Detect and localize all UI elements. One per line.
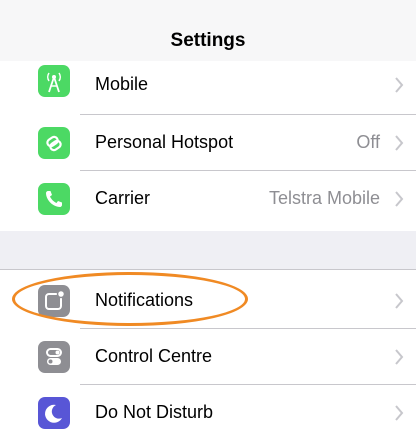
mobile-antenna-icon [38, 65, 70, 97]
settings-row-carrier[interactable]: Carrier Telstra Mobile [0, 171, 416, 227]
notifications-icon [38, 285, 70, 317]
chevron-right-icon [395, 135, 404, 151]
chevron-right-icon [395, 293, 404, 309]
settings-row-value: Off [356, 132, 380, 152]
control-centre-icon [38, 341, 70, 373]
settings-row-label: Mobile [95, 74, 149, 94]
settings-row-label: Personal Hotspot [95, 132, 234, 152]
cellular-settings-group: Mobile Personal Hotspot Off Carrier Tels… [0, 61, 416, 231]
settings-row-mobile[interactable]: Mobile [0, 61, 416, 115]
phone-icon [38, 183, 70, 215]
settings-row-personal-hotspot[interactable]: Personal Hotspot Off [0, 115, 416, 171]
settings-row-label: Carrier [95, 188, 151, 208]
moon-icon [38, 397, 70, 429]
chevron-right-icon [395, 77, 404, 93]
settings-row-label: Do Not Disturb [95, 402, 214, 422]
settings-row-control-centre[interactable]: Control Centre [0, 329, 416, 385]
settings-row-do-not-disturb[interactable]: Do Not Disturb [0, 385, 416, 441]
settings-row-label: Notifications [95, 290, 194, 310]
chevron-right-icon [395, 405, 404, 421]
page-title: Settings [170, 30, 246, 51]
settings-row-notifications[interactable]: Notifications [0, 273, 416, 329]
system-settings-group: Notifications Control Centre Do Not Dist… [0, 269, 416, 441]
chevron-right-icon [395, 191, 404, 207]
chevron-right-icon [395, 349, 404, 365]
settings-row-value: Telstra Mobile [268, 188, 380, 208]
hotspot-link-icon [38, 127, 70, 159]
settings-row-label: Control Centre [95, 346, 213, 366]
